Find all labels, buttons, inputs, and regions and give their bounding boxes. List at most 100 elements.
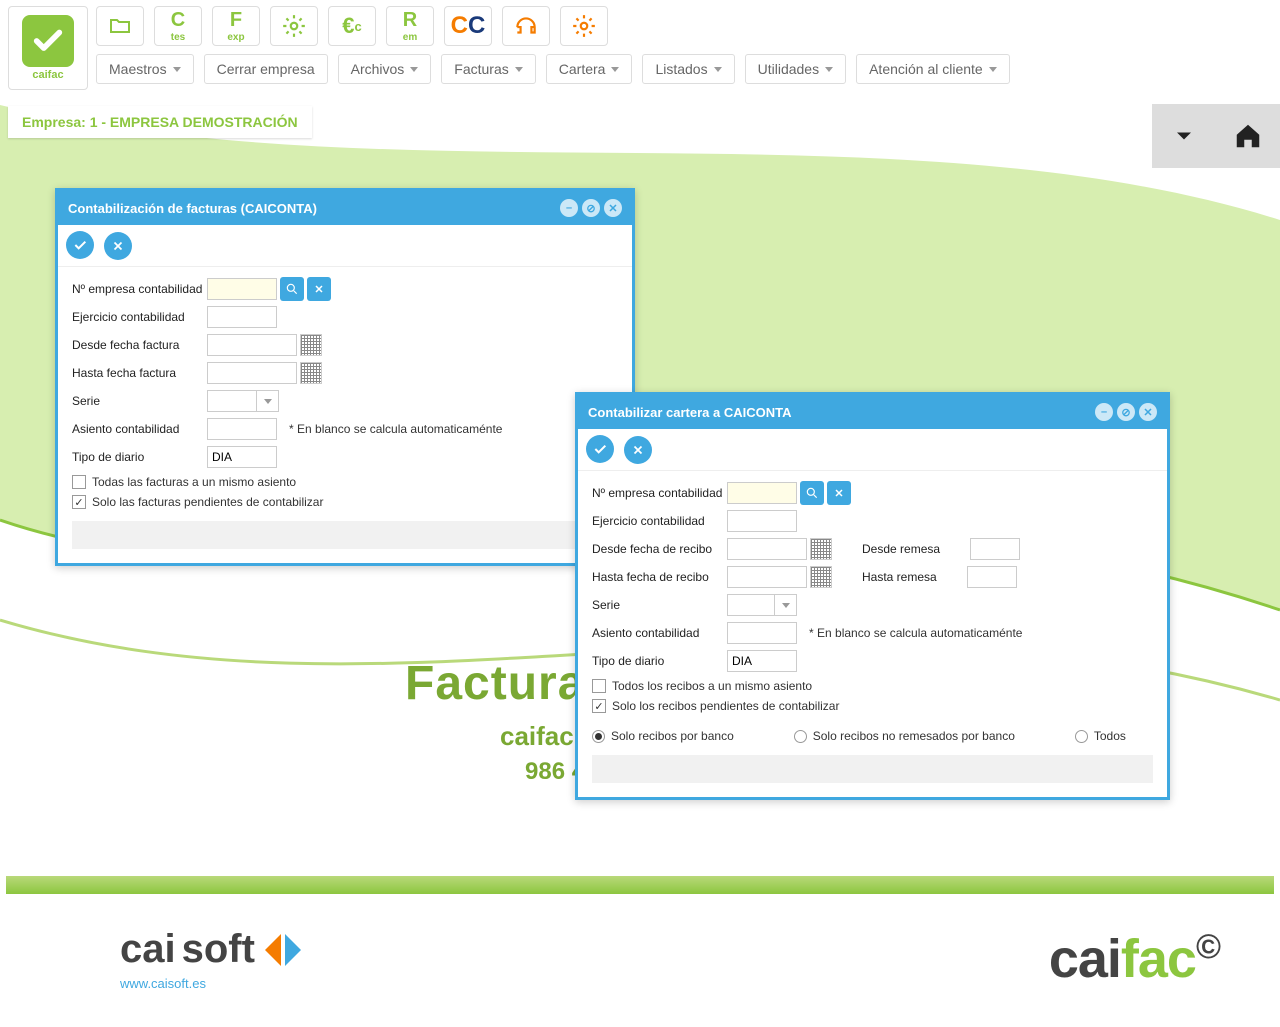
label-desde-remesa: Desde remesa xyxy=(862,542,940,556)
label-tipo-diario: Tipo de diario xyxy=(592,654,727,668)
label-radio-todos: Todos xyxy=(1094,729,1126,743)
menu-maestros[interactable]: Maestros xyxy=(96,54,194,84)
label-chk-solo: Solo los recibos pendientes de contabili… xyxy=(612,699,839,713)
corner-dropdown-button[interactable] xyxy=(1152,104,1216,168)
menu-archivos[interactable]: Archivos xyxy=(338,54,432,84)
euro-c-icon[interactable]: €c xyxy=(328,6,376,46)
calendar-icon[interactable] xyxy=(810,538,832,560)
close-icon[interactable]: ✕ xyxy=(1139,403,1157,421)
modal-titlebar[interactable]: Contabilización de facturas (CAICONTA) –… xyxy=(58,191,632,225)
label-hasta-fecha: Hasta fecha factura xyxy=(72,366,207,380)
logo-label: caifac xyxy=(32,69,63,81)
c-tes-icon[interactable]: Ctes xyxy=(154,6,202,46)
search-icon[interactable] xyxy=(800,481,824,505)
input-serie[interactable] xyxy=(207,390,257,412)
footer-band xyxy=(6,876,1274,894)
chevron-down-icon[interactable] xyxy=(775,594,797,616)
folder-icon[interactable] xyxy=(96,6,144,46)
input-hasta-fecha-recibo[interactable] xyxy=(727,566,807,588)
label-serie: Serie xyxy=(72,394,207,408)
checkbox-todos-recibos[interactable] xyxy=(592,679,606,693)
disable-icon[interactable]: ⊘ xyxy=(1117,403,1135,421)
label-desde-fecha: Desde fecha factura xyxy=(72,338,207,352)
label-desde-fecha: Desde fecha de recibo xyxy=(592,542,727,556)
modal-contabilizacion-facturas: Contabilización de facturas (CAICONTA) –… xyxy=(55,188,635,566)
gear-icon[interactable] xyxy=(270,6,318,46)
ok-button[interactable] xyxy=(66,231,94,259)
chevron-down-icon[interactable] xyxy=(257,390,279,412)
menu-listados[interactable]: Listados xyxy=(642,54,734,84)
label-asiento: Asiento contabilidad xyxy=(72,422,207,436)
headset-icon[interactable] xyxy=(502,6,550,46)
input-empresa[interactable] xyxy=(207,278,277,300)
checkbox-todas-facturas[interactable] xyxy=(72,475,86,489)
label-empresa: Nº empresa contabilidad xyxy=(72,282,207,296)
menu-facturas[interactable]: Facturas xyxy=(441,54,535,84)
footer-strip xyxy=(72,521,618,549)
watermark-text: Factura caifac 986 4 xyxy=(405,656,585,786)
radio-no-remesados[interactable] xyxy=(794,730,807,743)
label-serie: Serie xyxy=(592,598,727,612)
modal-toolbar xyxy=(578,429,1167,471)
close-icon[interactable]: ✕ xyxy=(604,199,622,217)
input-desde-remesa[interactable] xyxy=(970,538,1020,560)
calendar-icon[interactable] xyxy=(300,334,322,356)
label-ejercicio: Ejercicio contabilidad xyxy=(592,514,727,528)
cancel-button[interactable] xyxy=(104,232,132,260)
input-hasta-fecha[interactable] xyxy=(207,362,297,384)
hint-asiento: * En blanco se calcula automaticaménte xyxy=(289,422,502,436)
f-exp-icon[interactable]: Fexp xyxy=(212,6,260,46)
home-icon[interactable] xyxy=(1216,104,1280,168)
input-desde-fecha-recibo[interactable] xyxy=(727,538,807,560)
modal-title: Contabilización de facturas (CAICONTA) xyxy=(68,201,556,216)
checkbox-solo-pendientes[interactable]: ✓ xyxy=(592,699,606,713)
input-serie[interactable] xyxy=(727,594,775,616)
label-chk-solo: Solo las facturas pendientes de contabil… xyxy=(92,495,323,509)
label-hasta-fecha: Hasta fecha de recibo xyxy=(592,570,727,584)
calendar-icon[interactable] xyxy=(300,362,322,384)
cancel-button[interactable] xyxy=(624,436,652,464)
chevron-down-icon xyxy=(515,67,523,72)
label-radio-banco: Solo recibos por banco xyxy=(611,729,734,743)
caifac-logo: caifac© xyxy=(1049,928,1220,990)
label-empresa: Nº empresa contabilidad xyxy=(592,486,727,500)
label-chk-todas: Todas las facturas a un mismo asiento xyxy=(92,475,296,489)
input-tipo-diario[interactable] xyxy=(207,446,277,468)
menu-cartera[interactable]: Cartera xyxy=(546,54,633,84)
modal-titlebar[interactable]: Contabilizar cartera a CAICONTA – ⊘ ✕ xyxy=(578,395,1167,429)
menu-cerrar-empresa[interactable]: Cerrar empresa xyxy=(204,54,328,84)
input-asiento[interactable] xyxy=(727,622,797,644)
chevron-down-icon xyxy=(611,67,619,72)
search-icon[interactable] xyxy=(280,277,304,301)
chevron-down-icon xyxy=(714,67,722,72)
checkbox-solo-pendientes[interactable]: ✓ xyxy=(72,495,86,509)
r-em-icon[interactable]: Rem xyxy=(386,6,434,46)
disable-icon[interactable]: ⊘ xyxy=(582,199,600,217)
calendar-icon[interactable] xyxy=(810,566,832,588)
minimize-icon[interactable]: – xyxy=(560,199,578,217)
label-asiento: Asiento contabilidad xyxy=(592,626,727,640)
input-hasta-remesa[interactable] xyxy=(967,566,1017,588)
cc-icon[interactable]: CC xyxy=(444,6,492,46)
input-asiento[interactable] xyxy=(207,418,277,440)
label-chk-todos: Todos los recibos a un mismo asiento xyxy=(612,679,812,693)
input-ejercicio[interactable] xyxy=(727,510,797,532)
menu-atencion[interactable]: Atención al cliente xyxy=(856,54,1010,84)
input-tipo-diario[interactable] xyxy=(727,650,797,672)
ok-button[interactable] xyxy=(586,435,614,463)
label-ejercicio: Ejercicio contabilidad xyxy=(72,310,207,324)
footer-strip xyxy=(592,755,1153,783)
input-desde-fecha[interactable] xyxy=(207,334,297,356)
clear-icon[interactable] xyxy=(827,481,851,505)
input-ejercicio[interactable] xyxy=(207,306,277,328)
input-empresa[interactable] xyxy=(727,482,797,504)
minimize-icon[interactable]: – xyxy=(1095,403,1113,421)
menu-utilidades[interactable]: Utilidades xyxy=(745,54,846,84)
hint-asiento: * En blanco se calcula automaticaménte xyxy=(809,626,1022,640)
gear-orange-icon[interactable] xyxy=(560,6,608,46)
chevron-down-icon xyxy=(989,67,997,72)
radio-solo-banco[interactable] xyxy=(592,730,605,743)
radio-todos[interactable] xyxy=(1075,730,1088,743)
app-logo: caifac xyxy=(8,6,88,90)
clear-icon[interactable] xyxy=(307,277,331,301)
